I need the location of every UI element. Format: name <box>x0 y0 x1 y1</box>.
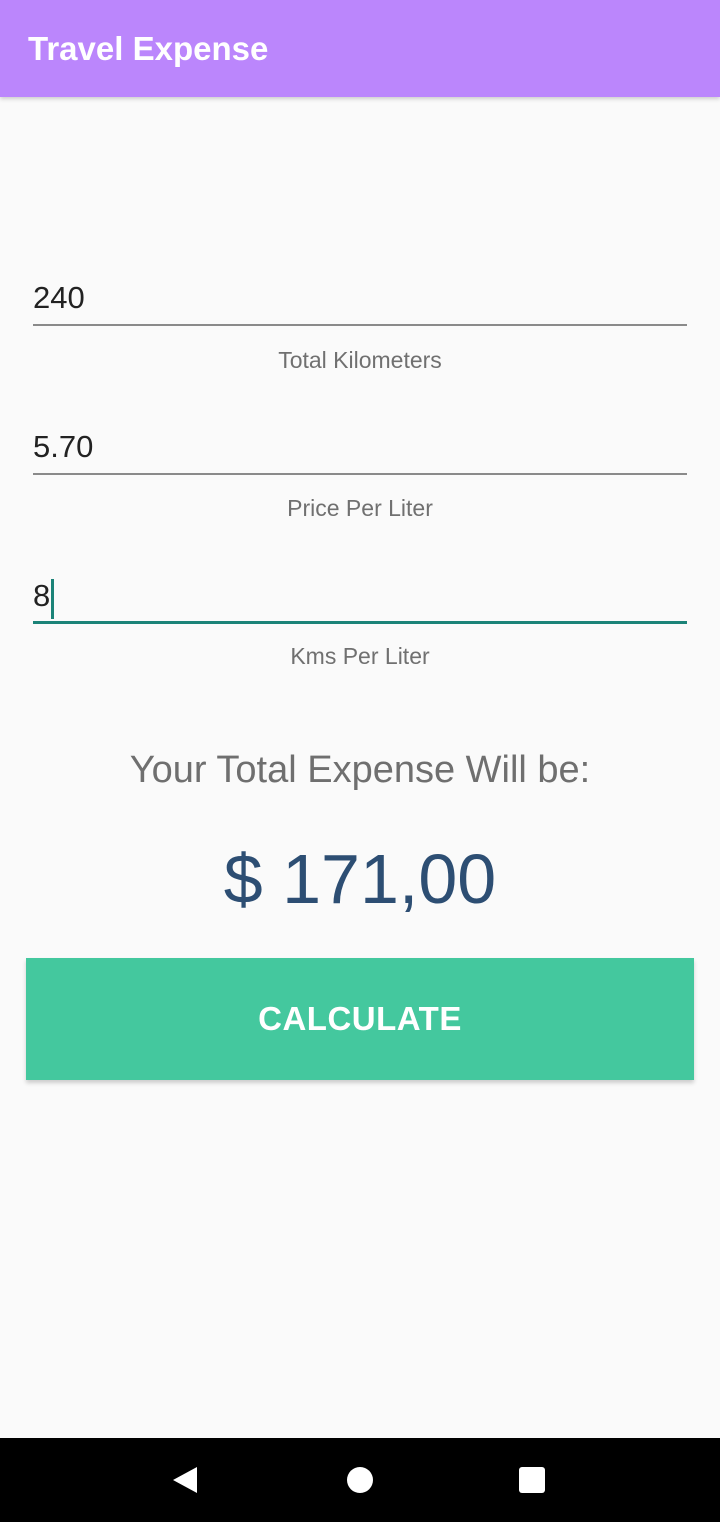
recents-button[interactable] <box>508 1456 556 1504</box>
home-circle-icon <box>347 1467 373 1493</box>
price-per-liter-input[interactable] <box>33 427 687 475</box>
back-triangle-icon <box>173 1467 197 1493</box>
system-navigation-bar <box>0 1438 720 1522</box>
kms-per-liter-input[interactable] <box>33 576 687 624</box>
total-kilometers-input[interactable] <box>33 278 687 326</box>
total-kilometers-field: Total Kilometers <box>33 278 687 373</box>
price-per-liter-label: Price Per Liter <box>287 495 433 521</box>
calculate-button[interactable]: CALCULATE <box>26 958 694 1080</box>
text-cursor <box>51 579 54 619</box>
kms-per-liter-label: Kms Per Liter <box>290 643 430 669</box>
home-button[interactable] <box>336 1456 384 1504</box>
app-title: Travel Expense <box>28 30 269 67</box>
total-expense-heading: Your Total Expense Will be: <box>129 749 591 791</box>
kms-per-liter-field: Kms Per Liter <box>33 576 687 669</box>
price-per-liter-field: Price Per Liter <box>33 427 687 521</box>
recents-square-icon <box>519 1467 545 1493</box>
total-expense-value: $ 171,00 <box>223 840 497 918</box>
app-bar: Travel Expense <box>0 0 720 97</box>
total-kilometers-label: Total Kilometers <box>278 347 442 373</box>
back-button[interactable] <box>160 1456 208 1504</box>
